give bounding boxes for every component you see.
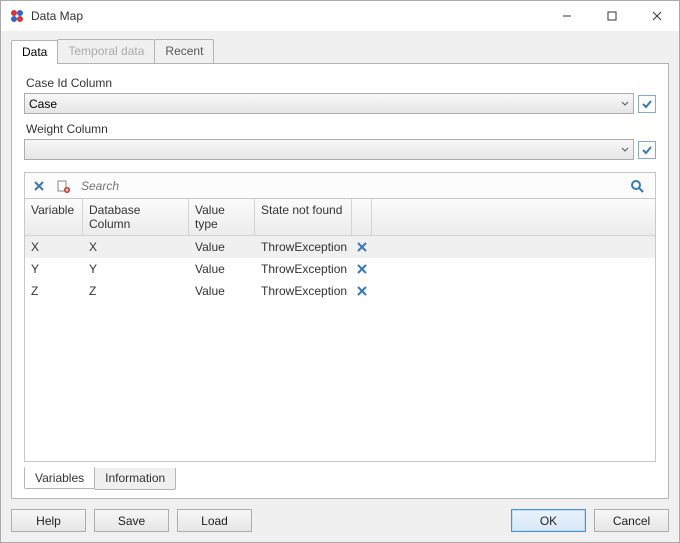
tab-data[interactable]: Data — [11, 40, 58, 64]
dialog-window: Data Map Data Temporal data Recent Case … — [0, 0, 680, 543]
row-remove-icon[interactable] — [352, 286, 372, 296]
close-button[interactable] — [634, 2, 679, 31]
save-button[interactable]: Save — [94, 509, 169, 532]
chevron-down-icon — [621, 97, 629, 111]
cell-db: Y — [83, 262, 189, 276]
weight-check[interactable] — [638, 141, 656, 159]
table-row[interactable]: Y Y Value ThrowException — [25, 258, 655, 280]
clear-icon[interactable] — [53, 176, 73, 196]
col-filler — [372, 199, 655, 235]
grid-header: Variable Database Column Value type Stat… — [25, 199, 655, 236]
app-icon — [9, 8, 25, 24]
col-state-not-found[interactable]: State not found — [255, 199, 352, 235]
cell-state: ThrowException — [255, 262, 352, 276]
grid-toolbar — [24, 172, 656, 198]
minimize-button[interactable] — [544, 2, 589, 31]
ok-button[interactable]: OK — [511, 509, 586, 532]
search-input[interactable] — [77, 177, 627, 195]
cell-db: X — [83, 240, 189, 254]
delete-icon[interactable] — [29, 176, 49, 196]
case-id-check[interactable] — [638, 95, 656, 113]
load-button[interactable]: Load — [177, 509, 252, 532]
cell-vtype: Value — [189, 262, 255, 276]
tab-temporal-data[interactable]: Temporal data — [57, 39, 155, 63]
cell-variable: Y — [25, 262, 83, 276]
grid-body: X X Value ThrowException Y Y Value Throw… — [25, 236, 655, 461]
cell-vtype: Value — [189, 284, 255, 298]
row-remove-icon[interactable] — [352, 264, 372, 274]
help-button[interactable]: Help — [11, 509, 86, 532]
chevron-down-icon — [621, 143, 629, 157]
cell-vtype: Value — [189, 240, 255, 254]
tabpanel-data: Case Id Column Case Weight Column — [11, 63, 669, 499]
cell-variable: Z — [25, 284, 83, 298]
tab-recent[interactable]: Recent — [154, 39, 214, 63]
weight-label: Weight Column — [26, 122, 656, 136]
table-row[interactable]: Z Z Value ThrowException — [25, 280, 655, 302]
tab-information[interactable]: Information — [94, 468, 176, 490]
dialog-footer: Help Save Load OK Cancel — [11, 499, 669, 532]
row-remove-icon[interactable] — [352, 242, 372, 252]
case-id-label: Case Id Column — [26, 76, 656, 90]
client-area: Data Temporal data Recent Case Id Column… — [1, 31, 679, 542]
tab-variables[interactable]: Variables — [24, 467, 95, 489]
cell-state: ThrowException — [255, 284, 352, 298]
cell-state: ThrowException — [255, 240, 352, 254]
bottom-tabs: Variables Information — [24, 468, 656, 490]
case-id-value: Case — [29, 97, 57, 111]
col-variable[interactable]: Variable — [25, 199, 83, 235]
cell-variable: X — [25, 240, 83, 254]
col-value-type[interactable]: Value type — [189, 199, 255, 235]
titlebar: Data Map — [1, 1, 679, 31]
cell-db: Z — [83, 284, 189, 298]
case-id-combo[interactable]: Case — [24, 93, 634, 114]
table-row[interactable]: X X Value ThrowException — [25, 236, 655, 258]
window-title: Data Map — [31, 9, 83, 23]
col-actions — [352, 199, 372, 235]
col-database-column[interactable]: Database Column — [83, 199, 189, 235]
top-tabs: Data Temporal data Recent — [11, 39, 669, 63]
search-icon[interactable] — [627, 176, 647, 196]
weight-combo[interactable] — [24, 139, 634, 160]
cancel-button[interactable]: Cancel — [594, 509, 669, 532]
data-grid: Variable Database Column Value type Stat… — [24, 198, 656, 462]
maximize-button[interactable] — [589, 2, 634, 31]
